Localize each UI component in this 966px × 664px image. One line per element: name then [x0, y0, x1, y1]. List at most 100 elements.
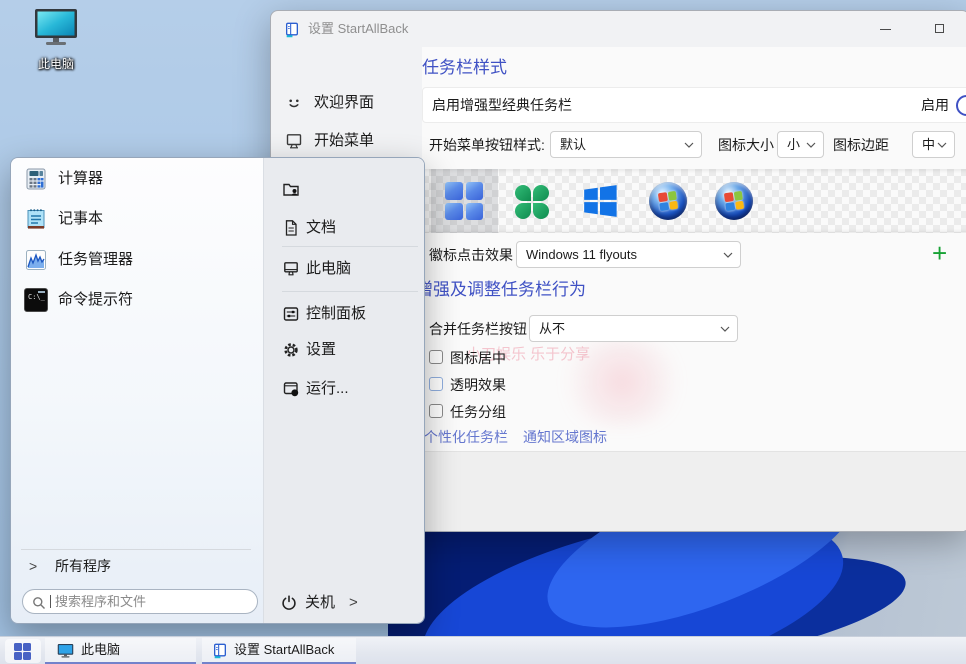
all-programs-label: 所有程序 — [55, 554, 111, 578]
combine-buttons-label: 合并任务栏按钮 — [429, 315, 527, 343]
menu-item-notepad[interactable]: 记事本 — [11, 200, 263, 238]
sidebar-item-start-menu[interactable]: 开始菜单 — [277, 125, 416, 157]
icon-margin-label: 图标边距 — [833, 131, 889, 159]
menu-item-label: 计算器 — [58, 160, 103, 198]
startallback-book-icon — [212, 642, 228, 662]
menu-item-documents[interactable]: 文档 — [263, 210, 425, 246]
dropdown-value: 从不 — [539, 321, 565, 336]
menu-item-user-folder[interactable] — [263, 171, 425, 207]
start-menu-left-column: 计算器 记事本 — [11, 158, 263, 623]
all-programs-button[interactable]: > 所有程序 — [11, 554, 263, 578]
shutdown-label: 关机 — [305, 585, 335, 621]
search-box[interactable] — [22, 589, 258, 614]
dropdown-value: 小 — [787, 137, 800, 152]
center-icons-checkbox[interactable] — [429, 350, 443, 364]
startallback-clover-option[interactable] — [513, 183, 549, 219]
search-input[interactable] — [55, 591, 251, 612]
task-manager-icon — [24, 248, 48, 277]
chevron-down-icon — [937, 142, 947, 148]
dropdown-value: 中 — [922, 137, 935, 152]
dropdown-value: Windows 11 flyouts — [526, 247, 637, 262]
icon-size-label: 图标大小 — [718, 131, 774, 159]
taskbar-button-label: 此电脑 — [81, 638, 120, 662]
sidebar-item-welcome[interactable]: 欢迎界面 — [277, 87, 416, 119]
enable-toggle[interactable] — [956, 95, 966, 116]
taskbar-button-startallback[interactable]: 设置 StartAllBack — [202, 638, 356, 664]
command-prompt-icon: C:\_ — [24, 288, 48, 312]
menu-item-label: 文档 — [306, 210, 336, 246]
combine-buttons-row: 合并任务栏按钮 从不 — [422, 315, 966, 343]
menu-item-this-pc[interactable]: 此电脑 — [263, 251, 425, 287]
chevron-down-icon — [720, 326, 730, 332]
maximize-icon — [935, 24, 944, 33]
menu-item-command-prompt[interactable]: C:\_ 命令提示符 — [11, 281, 263, 319]
menu-item-label: 记事本 — [58, 200, 103, 238]
search-icon — [32, 596, 46, 615]
calculator-icon — [24, 167, 48, 196]
minimize-icon — [880, 29, 891, 30]
menu-item-run[interactable]: 运行... — [263, 371, 425, 407]
chevron-right-icon: > — [349, 585, 358, 621]
chevron-down-icon — [806, 142, 816, 148]
checkbox-row-center-icons: 图标居中 — [422, 347, 722, 369]
icon-margin-dropdown[interactable]: 中 — [912, 131, 955, 158]
maximize-button[interactable] — [917, 11, 962, 47]
cmd-prompt-text: C:\_ — [28, 293, 45, 301]
menu-item-calculator[interactable]: 计算器 — [11, 160, 263, 198]
dropdown-value: 默认 — [560, 137, 586, 152]
windows-11-start-icon — [14, 643, 31, 660]
section-title-behavior: 增强及调整任务栏行为 — [416, 275, 586, 300]
windows-vista-orb-option[interactable] — [715, 182, 753, 220]
add-button[interactable]: + — [932, 239, 947, 267]
windows-7-orb-option[interactable] — [649, 182, 687, 220]
window-titlebar: 设置 StartAllBack — [271, 11, 966, 47]
notification-area-icons-link[interactable]: 通知区域图标 — [523, 427, 607, 447]
menu-item-task-manager[interactable]: 任务管理器 — [11, 241, 263, 279]
start-menu: 计算器 记事本 — [10, 157, 425, 624]
section-title-taskbar-style: 任务栏样式 — [422, 53, 507, 78]
menu-divider — [282, 246, 418, 247]
control-panel-icon — [282, 305, 300, 328]
menu-divider — [282, 291, 418, 292]
computer-icon — [57, 643, 74, 662]
menu-item-settings[interactable]: 设置 — [263, 332, 425, 368]
user-folder-icon — [282, 180, 300, 203]
chevron-right-icon: > — [29, 554, 37, 578]
text-cursor — [50, 595, 51, 608]
chevron-down-icon — [684, 142, 694, 148]
enable-classic-taskbar-row: 启用增强型经典任务栏 启用 — [422, 87, 966, 123]
power-icon — [280, 594, 298, 616]
task-grouping-checkbox[interactable] — [429, 404, 443, 418]
taskbar-button-label: 设置 StartAllBack — [234, 638, 334, 662]
computer-icon — [33, 35, 79, 52]
checkbox-row-task-grouping: 任务分组 — [422, 401, 722, 423]
logo-click-effect-row: 徽标点击效果 Windows 11 flyouts + — [422, 241, 966, 269]
start-button-style-dropdown[interactable]: 默认 — [550, 131, 702, 158]
checkbox-label: 透明效果 — [450, 374, 506, 396]
desktop-icon-this-pc[interactable]: 此电脑 — [14, 8, 98, 72]
combine-buttons-dropdown[interactable]: 从不 — [529, 315, 738, 342]
menu-item-label: 运行... — [306, 371, 349, 407]
run-icon — [282, 380, 300, 403]
cmd-titlebar-detail — [38, 291, 45, 293]
content-footer — [422, 452, 966, 532]
shutdown-button[interactable]: 关机 > — [263, 585, 425, 621]
clover-logo-icon — [515, 185, 549, 219]
start-button-style-picker — [422, 169, 966, 233]
menu-item-control-panel[interactable]: 控制面板 — [263, 296, 425, 332]
start-button[interactable] — [5, 639, 41, 663]
icon-size-dropdown[interactable]: 小 — [777, 131, 824, 158]
logo-click-effect-dropdown[interactable]: Windows 11 flyouts — [516, 241, 741, 268]
transparency-checkbox[interactable] — [429, 377, 443, 391]
desktop-icon-label: 此电脑 — [14, 55, 98, 72]
notepad-icon — [24, 207, 48, 236]
toggle-state-label: 启用 — [921, 88, 949, 122]
taskbar-button-this-pc[interactable]: 此电脑 — [45, 638, 196, 664]
personalize-taskbar-link[interactable]: 个性化任务栏 — [424, 427, 508, 447]
minimize-button[interactable] — [863, 11, 908, 47]
windows-11-logo-option[interactable] — [445, 182, 483, 220]
windows-flag-icon — [724, 191, 744, 211]
logo-click-effect-label: 徽标点击效果 — [429, 241, 513, 269]
windows-flag-icon — [658, 191, 678, 211]
windows-10-logo-option[interactable] — [581, 182, 619, 220]
